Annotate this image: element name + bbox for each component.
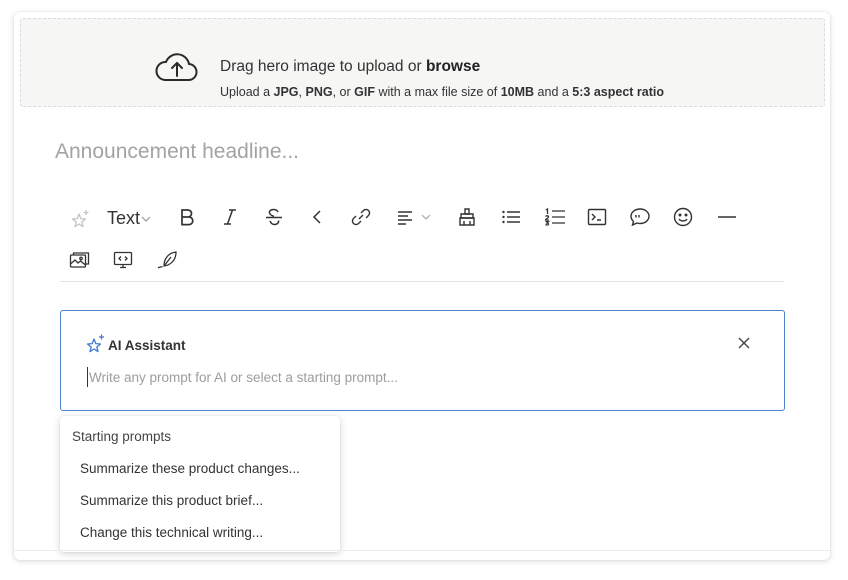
drawing-icon (157, 251, 177, 269)
embed-button[interactable] (112, 249, 134, 271)
aspect-ratio: 5:3 aspect ratio (572, 85, 665, 99)
cloud-upload-icon (155, 53, 198, 81)
text-style-label: Text (107, 208, 141, 228)
starting-prompts-menu: Starting prompts Summarize these product… (60, 416, 340, 552)
align-dropdown[interactable] (393, 206, 435, 228)
ai-assistant-title: AI Assistant (108, 338, 186, 353)
browse-link[interactable]: browse (426, 58, 480, 75)
upload-sub-text: Upload a (220, 85, 274, 99)
italic-button[interactable] (220, 206, 240, 228)
strikethrough-icon (266, 208, 282, 226)
upload-requirements: Upload a JPG, PNG, or GIF with a max fil… (220, 85, 664, 99)
numbered-list-button[interactable] (543, 206, 567, 228)
prompt-summarize-product-changes[interactable]: Summarize these product changes... (80, 461, 300, 476)
gallery-button[interactable] (68, 249, 92, 271)
bold-button[interactable] (177, 206, 197, 228)
align-left-icon (398, 211, 412, 225)
numbered-list-icon (544, 208, 565, 226)
format-png: PNG (305, 85, 333, 99)
starting-prompts-title: Starting prompts (72, 429, 172, 444)
highlight-button[interactable] (456, 206, 478, 228)
inline-code-button[interactable] (307, 206, 327, 228)
prompt-change-technical-writing[interactable]: Change this technical writing... (80, 525, 263, 540)
hero-image-dropzone[interactable]: Drag hero image to upload or browse Uplo… (20, 18, 825, 107)
link-icon (351, 208, 371, 226)
horizontal-rule-icon (718, 216, 736, 218)
code-block-button[interactable] (586, 206, 608, 228)
announcement-editor-card: Drag hero image to upload or browse Uplo… (14, 12, 830, 560)
upload-sub-text: , or (332, 85, 355, 99)
ai-assistant-panel: AI Assistant (60, 310, 785, 411)
highlight-icon (459, 208, 475, 226)
comment-button[interactable] (628, 206, 652, 228)
upload-title: Drag hero image to upload or browse (220, 58, 480, 76)
strikethrough-button[interactable] (263, 206, 285, 228)
embed-icon (113, 251, 133, 269)
chevron-down-icon (421, 214, 431, 220)
italic-icon (224, 209, 236, 225)
upload-sub-text: and a (534, 85, 573, 99)
bullet-list-button[interactable] (500, 206, 522, 228)
upload-title-text: Drag hero image to upload or (220, 58, 426, 75)
horizontal-rule-button[interactable] (715, 206, 739, 228)
chevron-down-icon (141, 216, 151, 222)
upload-sub-text: with a max file size of (374, 85, 501, 99)
max-file-size: 10MB (500, 85, 535, 99)
text-style-dropdown[interactable]: Text (107, 208, 152, 229)
link-button[interactable] (348, 206, 374, 228)
prompt-summarize-product-brief[interactable]: Summarize this product brief... (80, 493, 263, 508)
drawing-button[interactable] (155, 249, 179, 271)
bullet-list-icon (502, 210, 520, 224)
bottom-divider (14, 550, 830, 551)
toolbar-divider (60, 281, 784, 282)
format-gif: GIF (354, 85, 375, 99)
code-block-icon (587, 208, 607, 226)
emoji-icon (673, 207, 693, 227)
ai-sparkle-button[interactable] (68, 208, 92, 230)
bold-icon (181, 209, 194, 226)
quote-comment-icon (630, 208, 650, 227)
format-jpg: JPG (273, 85, 299, 99)
emoji-button[interactable] (672, 206, 694, 228)
ai-sparkle-icon (86, 334, 104, 353)
close-icon[interactable] (737, 336, 751, 350)
gallery-icon (69, 252, 90, 268)
headline-input[interactable]: Announcement headline... (55, 140, 299, 164)
ai-prompt-input[interactable] (87, 367, 727, 387)
ai-sparkle-icon (71, 210, 89, 228)
code-inline-icon (312, 210, 321, 224)
